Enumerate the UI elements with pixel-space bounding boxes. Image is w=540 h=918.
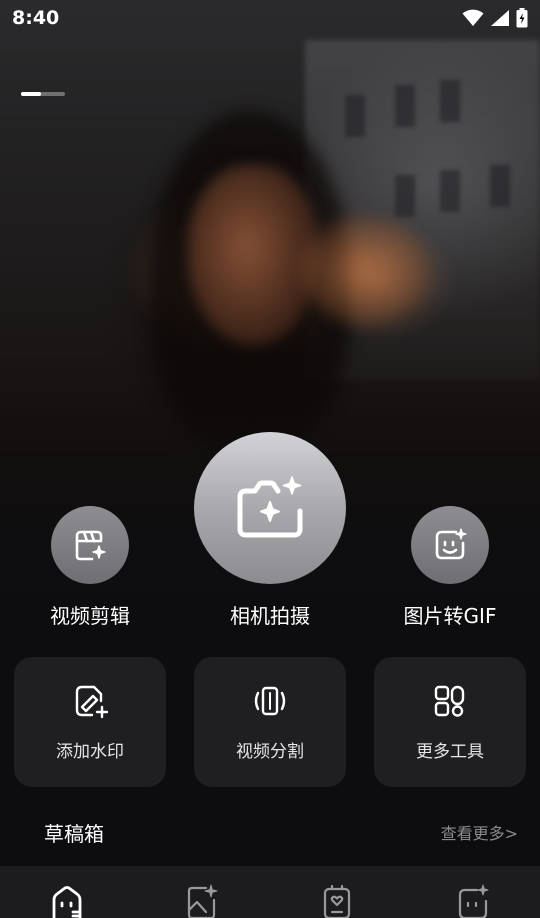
wifi-icon [462,9,484,26]
bottom-nav [0,866,540,918]
nav-item-home[interactable] [51,884,83,918]
building-window [440,80,460,122]
building-window [440,170,460,212]
add-watermark-card[interactable]: 添加水印 [14,657,166,787]
smile-sparkle-icon [458,884,489,918]
cellular-icon [491,10,509,26]
nav-item-photos[interactable] [186,884,218,918]
heart-card-icon [323,884,351,918]
camera-label: 相机拍摄 [230,604,310,628]
add-watermark-label: 添加水印 [56,742,124,762]
portrait-face [188,165,318,345]
watermark-edit-icon [75,685,108,719]
drafts-title: 草稿箱 [44,822,104,846]
camera-sparkle-icon [237,476,303,538]
home-face-icon [52,886,82,918]
nav-item-profile[interactable] [457,884,489,918]
split-video-icon [254,686,286,716]
battery-charging-icon [516,8,528,28]
more-tools-card[interactable]: 更多工具 [374,657,526,787]
building-window [395,175,415,217]
page-indicator-active [21,92,41,96]
image-to-gif-label: 图片转GIF [403,604,497,628]
building-window [395,85,415,127]
clapperboard-sparkle-icon [75,530,106,561]
page-indicator [21,92,65,96]
portrait-arm [300,215,430,325]
sticker-face-icon [435,528,467,560]
drafts-view-more-link[interactable]: 查看更多> [441,820,518,844]
more-tools-label: 更多工具 [416,742,484,762]
image-sparkle-icon [187,884,218,918]
status-bar: 8:40 [0,0,540,38]
building-window [345,95,365,137]
image-to-gif-button[interactable] [411,506,489,584]
video-split-label: 视频分割 [236,742,304,762]
camera-button[interactable] [194,432,346,584]
status-time: 8:40 [12,7,60,29]
video-edit-button[interactable] [51,506,129,584]
building-window [490,165,510,207]
video-split-card[interactable]: 视频分割 [194,657,346,787]
nav-item-templates[interactable] [321,884,353,918]
video-edit-label: 视频剪辑 [50,604,130,628]
grid-apps-icon [434,685,465,717]
